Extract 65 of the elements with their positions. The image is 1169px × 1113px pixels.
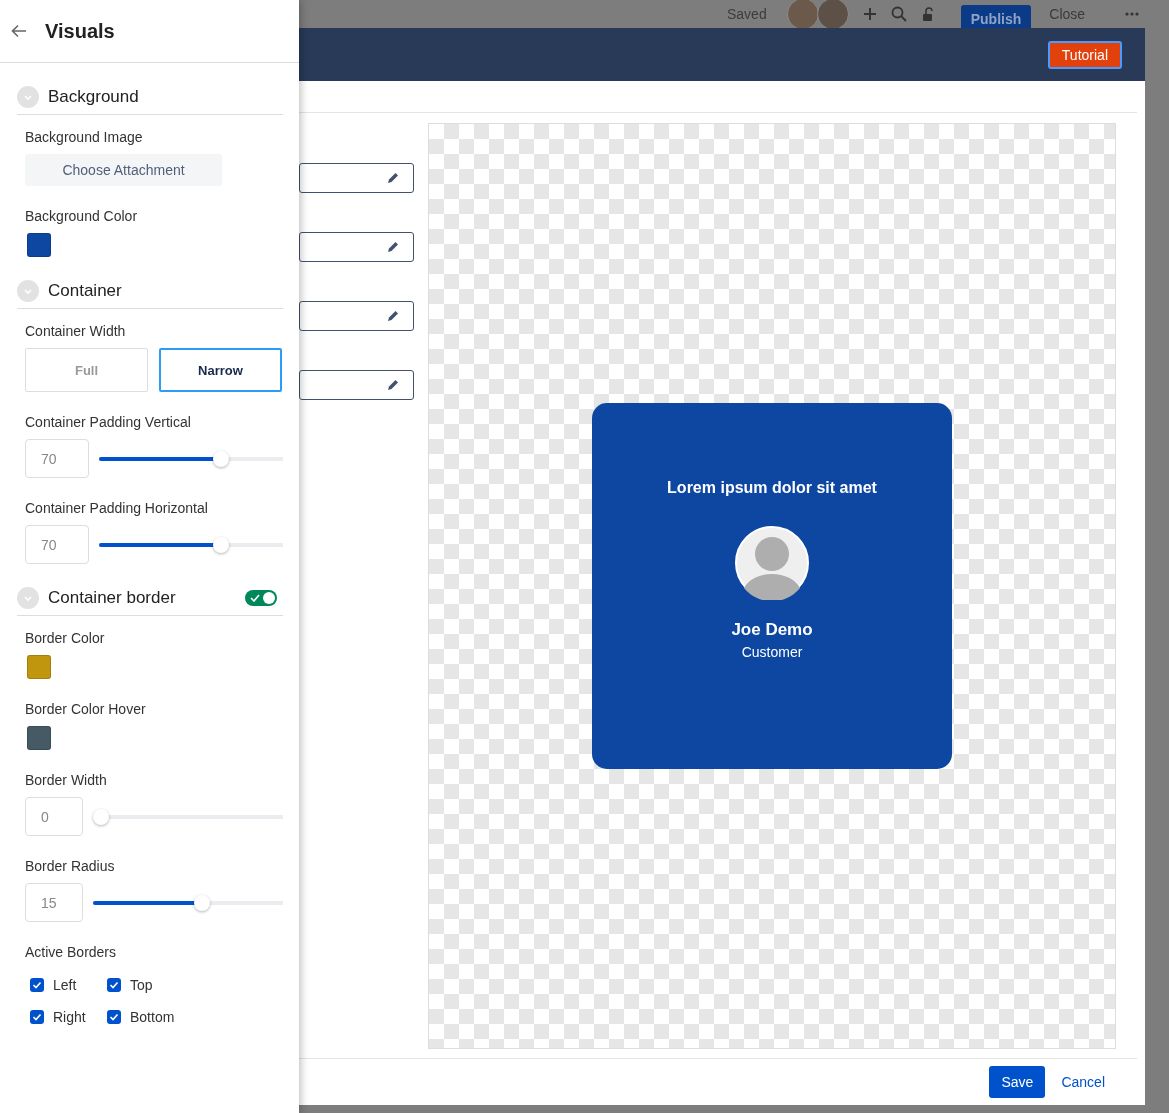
cancel-link[interactable]: Cancel [1057,1074,1109,1090]
number-field[interactable]: 15 [25,883,83,922]
checkbox-label: Top [130,977,153,993]
slider-thumb[interactable] [213,450,230,467]
check-icon [109,981,119,989]
pencil-icon [387,172,399,184]
field-label: Container Padding Horizontal [25,500,209,516]
field-label: Border Color [25,630,106,646]
plus-icon [862,7,877,21]
more-icon [1125,12,1140,16]
toggle-switch[interactable] [245,589,277,606]
checkbox-label: Bottom [130,1009,175,1025]
check-icon [32,1013,42,1021]
avatar [816,0,849,30]
field-label: Border Radius [25,858,116,874]
width-option[interactable]: Full [25,348,148,392]
check-icon [109,1013,119,1021]
tutorial-button[interactable]: Tutorial [1047,40,1122,69]
color-swatch[interactable] [27,233,51,257]
avatar-icon [735,526,809,600]
checkbox[interactable] [107,1010,121,1024]
color-swatch[interactable] [27,726,51,750]
number-field[interactable]: 0 [25,797,83,836]
avatar [786,0,819,30]
section-title: Background [48,86,140,107]
checkbox[interactable] [30,1010,44,1024]
pencil-icon [387,310,399,322]
slider-thumb[interactable] [213,536,230,553]
search-icon [890,6,907,22]
field-label: Border Width [25,772,108,788]
section-title: Container border [48,587,177,608]
checkbox-label: Left [53,977,77,993]
input-field[interactable] [299,370,414,400]
checkbox[interactable] [107,978,121,992]
person-name: Joe Demo [731,620,813,640]
field-label: Background Color [25,208,139,224]
field-label: Container Width [25,323,127,339]
close-button[interactable]: Close [1049,6,1086,22]
pencil-icon [387,379,399,391]
field-label: Active Borders [25,944,118,960]
choose-attachment-button[interactable]: Choose Attachment [25,154,222,186]
back-arrow-icon [11,24,27,38]
slider-thumb[interactable] [93,808,109,825]
number-field[interactable]: 70 [25,525,89,564]
person-role: Customer [741,644,803,660]
section-title: Container [48,280,123,301]
field-label: Border Color Hover [25,701,147,717]
check-icon [32,981,42,989]
slider-thumb[interactable] [193,894,210,911]
width-option[interactable]: Narrow [159,348,282,392]
color-swatch[interactable] [27,655,51,679]
check-icon [250,593,260,602]
number-field[interactable]: 70 [25,439,89,478]
save-button[interactable]: Save [989,1066,1046,1098]
checkbox-label: Right [53,1009,86,1025]
field-label: Container Padding Vertical [25,414,192,430]
card-title: Lorem ipsum dolor sit amet [667,479,877,497]
panel-title: Visuals [45,19,115,43]
input-field[interactable] [299,301,414,331]
save-status: Saved [727,6,767,22]
input-field[interactable] [299,232,414,262]
input-field[interactable] [299,163,414,193]
pencil-icon [387,241,399,253]
field-label: Background Image [25,129,144,145]
checkbox[interactable] [30,978,44,992]
